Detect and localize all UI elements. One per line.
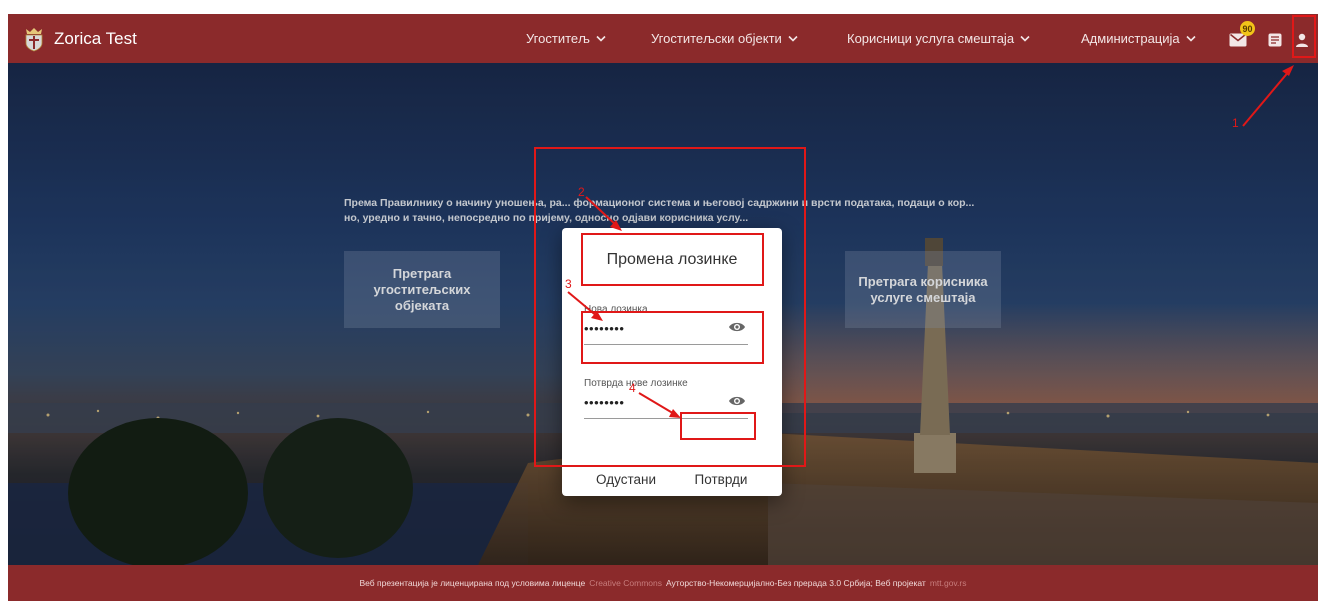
confirm-button[interactable]: Потврди [683,468,759,490]
annotation-box-confirm-button [680,412,756,440]
nav-label: Корисници услуга смештаја [847,31,1015,46]
app-window: Zorica Test Угоститељ Угоститељски објек… [8,14,1318,601]
annotation-number-4: 4 [629,381,636,395]
annotation-box-new-password [581,233,764,286]
main-nav: Угоститељ Угоститељски објекти Корисници… [8,31,1318,49]
annotation-number-1: 1 [1232,116,1239,130]
footer: Веб презентација је лиценцирана под усло… [8,565,1318,601]
nav-administracija[interactable]: Администрација [1081,31,1196,46]
nav-label: Угоститељски објекти [651,31,782,46]
annotation-number-3: 3 [565,277,572,291]
nav-ugostitelj[interactable]: Угоститељ [526,31,606,46]
notification-badge: 90 [1240,21,1255,36]
creative-commons-link[interactable]: Creative Commons [589,578,662,588]
site-link[interactable]: mtt.gov.rs [930,578,967,588]
footer-license-text: Веб презентација је лиценцирана под усло… [359,578,586,588]
nav-label: Администрација [1081,31,1180,46]
nav-korisnici-usluga-smestaja[interactable]: Корисници услуга смештаја [847,31,1030,46]
annotation-number-2: 2 [578,185,585,199]
chevron-down-icon [788,35,798,42]
annotation-box-dialog [534,147,806,467]
messages-icon[interactable] [1268,33,1282,47]
annotation-box-confirm-password [581,311,764,364]
footer-license-detail: Ауторство-Некомерцијално-Без прерада 3.0… [665,578,926,588]
nav-ugostiteljski-objekti[interactable]: Угоститељски објекти [651,31,798,46]
annotation-box-user [1292,15,1316,58]
chevron-down-icon [1020,35,1030,42]
top-navigation-bar: Zorica Test Угоститељ Угоститељски објек… [8,14,1318,63]
nav-label: Угоститељ [526,31,590,46]
chevron-down-icon [1186,35,1196,42]
chevron-down-icon [596,35,606,42]
cancel-button[interactable]: Одустани [591,470,661,488]
